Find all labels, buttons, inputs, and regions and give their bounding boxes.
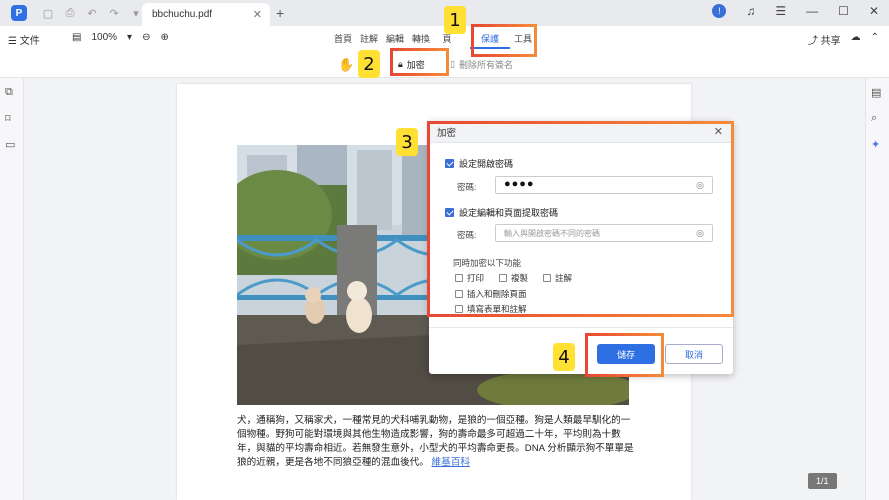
- right-tools: ⤴ 共享 ☁ ⌃: [808, 32, 879, 47]
- remove-signatures-label: 刪除所有簽名: [458, 60, 513, 70]
- new-tab-icon[interactable]: +: [276, 5, 284, 21]
- tab-page[interactable]: 頁: [434, 32, 460, 49]
- notification-icon[interactable]: !: [712, 4, 727, 18]
- highlight-save-button: [585, 333, 664, 377]
- page-view-icon[interactable]: ▤: [72, 32, 81, 43]
- redo-icon[interactable]: ↷: [107, 7, 121, 20]
- page-body-text: 犬，通稱狗，又稱家犬，一種常見的犬科哺乳動物，是狼的一個亞種。狗是人類最早馴化的…: [237, 414, 637, 470]
- undo-icon[interactable]: ↶: [85, 7, 99, 20]
- zoom-value[interactable]: 100%: [91, 32, 117, 43]
- folder-icon[interactable]: ▢: [41, 7, 55, 20]
- window-controls: ! ♫ ☰ — ☐ ✕: [712, 4, 879, 18]
- maximize-icon[interactable]: ☐: [838, 4, 849, 18]
- bookmark-icon[interactable]: ⌑: [5, 112, 11, 125]
- view-tools: ▤ 100% ▾ ⊖ ⊕: [72, 32, 169, 43]
- tab-annotate[interactable]: 註解: [356, 32, 382, 49]
- document-tab-label: bbchuchu.pdf: [152, 9, 213, 20]
- callout-2: 2: [358, 50, 380, 78]
- ai-assistant-icon[interactable]: ✦: [871, 138, 880, 151]
- close-window-icon[interactable]: ✕: [869, 4, 879, 18]
- tab-convert[interactable]: 轉換: [408, 32, 434, 49]
- left-sidebar: ⧉ ⌑ ▭: [0, 78, 24, 500]
- collapse-icon[interactable]: ⌃: [871, 32, 879, 47]
- dropdown-icon[interactable]: ▾: [129, 7, 143, 20]
- print-icon[interactable]: ⎙: [63, 7, 77, 20]
- cancel-button[interactable]: 取消: [665, 344, 723, 364]
- search-icon[interactable]: ⌕: [871, 112, 877, 125]
- app-logo: P: [11, 5, 27, 21]
- callout-3: 3: [396, 128, 418, 156]
- callout-4: 4: [553, 343, 575, 371]
- menu-icon[interactable]: ☰: [775, 4, 786, 18]
- tab-edit[interactable]: 編輯: [382, 32, 408, 49]
- minimize-icon[interactable]: —: [806, 4, 818, 18]
- highlight-dialog-settings: [427, 121, 734, 317]
- file-menu[interactable]: ☰ 文件: [8, 32, 40, 47]
- wikipedia-link[interactable]: 維基百科: [432, 457, 470, 468]
- comment-icon[interactable]: ▭: [5, 138, 15, 151]
- hand-tool-icon[interactable]: ✋: [338, 57, 354, 73]
- share-label: 共享: [820, 36, 841, 47]
- callout-1: 1: [444, 6, 466, 34]
- highlight-protect-tab: [471, 24, 537, 57]
- tab-home[interactable]: 首頁: [330, 32, 356, 49]
- file-menu-label: 文件: [19, 36, 40, 47]
- bell-icon[interactable]: ♫: [746, 4, 755, 18]
- zoom-in-icon[interactable]: ⊕: [160, 32, 168, 43]
- remove-signatures-button[interactable]: ▯ 刪除所有簽名: [450, 58, 513, 71]
- share-button[interactable]: ⤴ 共享: [808, 32, 841, 47]
- dialog-divider: [429, 327, 733, 328]
- highlight-encrypt-button: [390, 48, 449, 76]
- remove-signature-icon: ▯: [450, 59, 455, 69]
- thumbnail-icon[interactable]: ⧉: [5, 86, 13, 99]
- quick-access: ▢ ⎙ ↶ ↷ ▾: [41, 7, 143, 20]
- properties-icon[interactable]: ▤: [871, 86, 881, 99]
- close-tab-icon[interactable]: ✕: [253, 8, 262, 21]
- zoom-out-icon[interactable]: ⊖: [142, 32, 150, 43]
- zoom-dropdown-icon[interactable]: ▾: [127, 32, 132, 43]
- page-indicator: 1/1: [808, 473, 837, 489]
- right-sidebar: ▤ ⌕ ✦: [865, 78, 889, 500]
- cloud-icon[interactable]: ☁: [851, 32, 861, 47]
- document-tab[interactable]: bbchuchu.pdf ✕: [142, 3, 270, 26]
